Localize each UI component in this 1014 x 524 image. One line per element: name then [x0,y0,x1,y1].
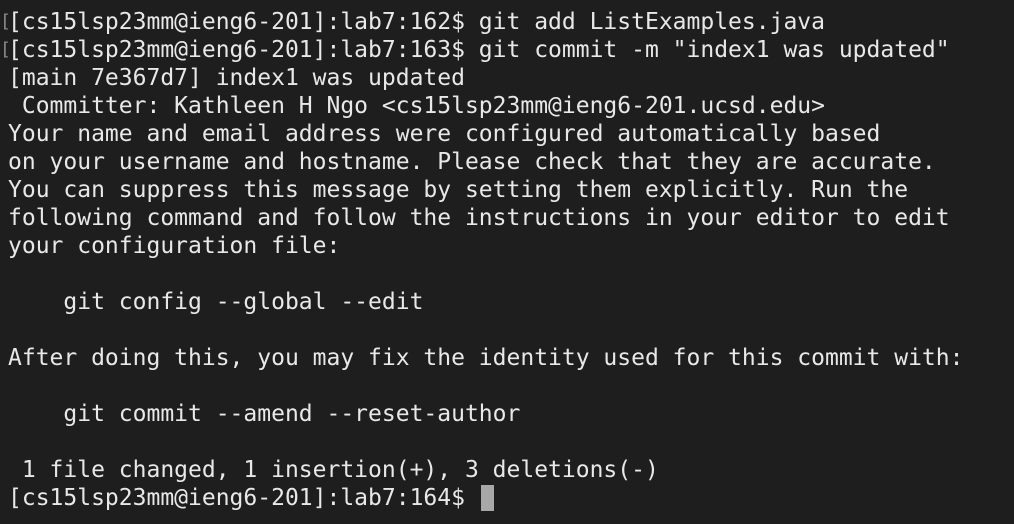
terminal-line: [main 7e367d7] index1 was updated [8,65,465,91]
terminal-line: Your name and email address were configu… [8,121,881,147]
terminal-line: You can suppress this message by setting… [8,177,909,203]
prompt-mark-icon: [ [0,39,11,60]
terminal-line: git commit --amend --reset-author [8,401,521,427]
terminal-line: your configuration file: [8,233,341,259]
terminal-window[interactable]: [ [ [cs15lsp23mm@ieng6-201]:lab7:162$ gi… [0,0,1014,524]
terminal-line: [cs15lsp23mm@ieng6-201]:lab7:162$ git ad… [8,9,825,35]
terminal-line: following command and follow the instruc… [8,205,950,231]
prompt-text: [cs15lsp23mm@ieng6-201]:lab7:164$ [8,485,479,511]
prompt-mark-icon: [ [0,11,11,32]
command-prompt-line[interactable]: [cs15lsp23mm@ieng6-201]:lab7:164$ [8,484,1014,512]
terminal-line: git config --global --edit [8,289,424,315]
terminal-line: on your username and hostname. Please ch… [8,149,936,175]
terminal-line: Committer: Kathleen H Ngo <cs15lsp23mm@i… [8,93,825,119]
terminal-line: [cs15lsp23mm@ieng6-201]:lab7:163$ git co… [8,37,950,63]
text-cursor[interactable] [480,485,494,511]
terminal-line: 1 file changed, 1 insertion(+), 3 deleti… [8,457,659,483]
terminal-line: After doing this, you may fix the identi… [8,345,964,371]
